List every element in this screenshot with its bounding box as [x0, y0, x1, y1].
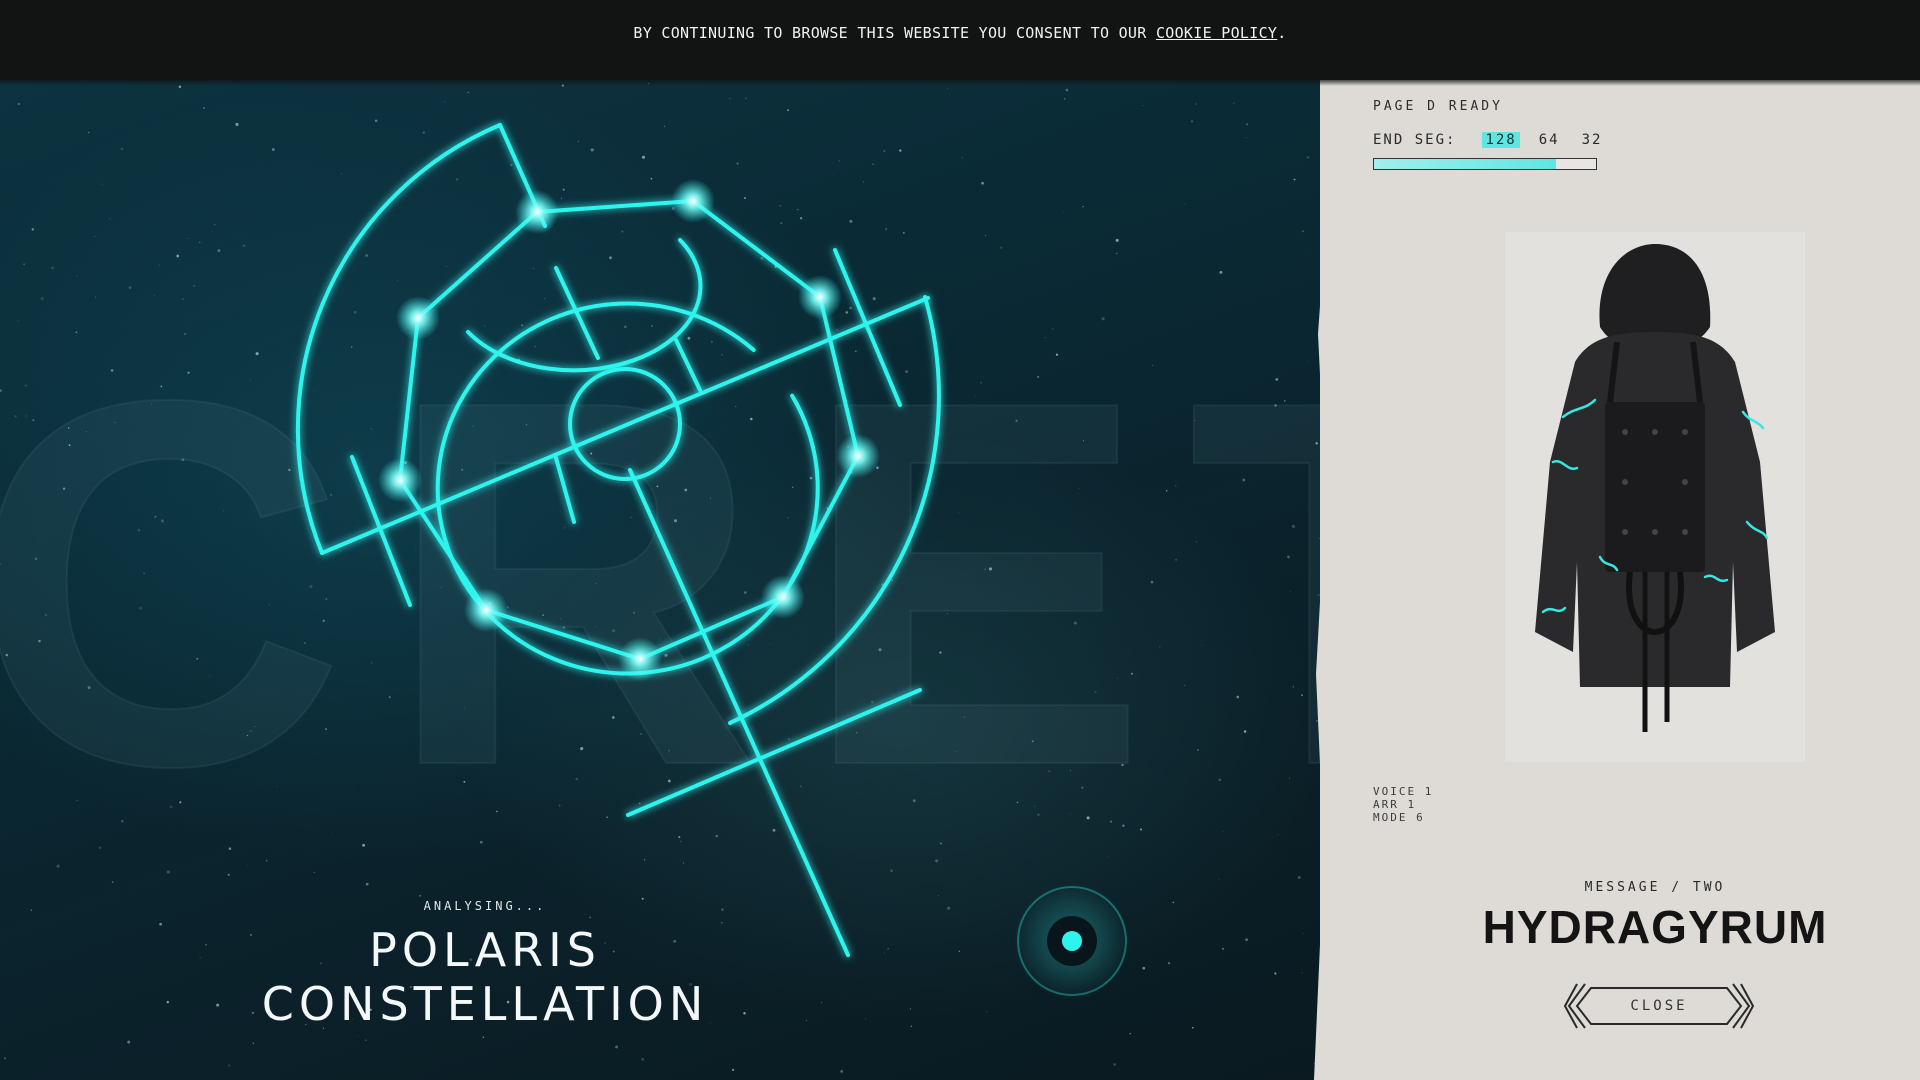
meta-info: VOICE 1 ARR 1 MODE 6: [1373, 785, 1433, 824]
message-label: MESSAGE / TWO: [1584, 880, 1726, 895]
axis-vertical: [628, 468, 850, 957]
close-button[interactable]: CLOSE: [1563, 980, 1755, 1032]
cookie-banner: BY CONTINUING TO BROWSE THIS WEBSITE YOU…: [0, 0, 1920, 86]
cookie-consent-text: BY CONTINUING TO BROWSE THIS WEBSITE YOU…: [633, 24, 1286, 42]
segment-option-32[interactable]: 32: [1579, 132, 1606, 148]
cookie-policy-link[interactable]: COOKIE POLICY: [1156, 24, 1277, 42]
star-points: [378, 179, 880, 681]
crossbar-lower: [626, 688, 922, 817]
constellation-title-line1: POLARIS: [369, 923, 601, 977]
segment-label: END SEG:: [1373, 132, 1457, 148]
meta-mode: MODE 6: [1373, 811, 1425, 824]
close-label: CLOSE: [1630, 998, 1688, 1014]
segment-option-64[interactable]: 64: [1536, 132, 1563, 148]
hooded-jacket-image: [1535, 244, 1775, 732]
meta-arr: ARR 1: [1373, 798, 1417, 811]
cookie-message: BY CONTINUING TO BROWSE THIS WEBSITE YOU…: [633, 24, 1156, 42]
product-image-card: [1505, 232, 1805, 762]
target-dot-icon[interactable]: [1013, 882, 1131, 1000]
analysis-block: ANALYSING... POLARIS CONSTELLATION: [240, 899, 730, 1031]
segment-selector: END SEG: 128 64 32: [1373, 132, 1621, 148]
analysing-label: ANALYSING...: [423, 899, 547, 913]
segment-progress-fill: [1374, 159, 1557, 169]
segment-progress-bar: [1373, 158, 1597, 170]
meta-voice: VOICE 1: [1373, 785, 1434, 798]
product-title: HYDRAGYRUM: [1482, 901, 1828, 953]
segment-option-128[interactable]: 128: [1482, 132, 1520, 148]
status-text: PAGE D READY: [1373, 99, 1503, 114]
tick-inner-2: [674, 338, 702, 392]
tick-right: [833, 248, 902, 407]
constellation-scene: CRETA: [0, 74, 1345, 1080]
constellation-title-line2: CONSTELLATION: [261, 977, 709, 1031]
cookie-period: .: [1277, 24, 1287, 42]
tick-inner: [554, 456, 576, 524]
